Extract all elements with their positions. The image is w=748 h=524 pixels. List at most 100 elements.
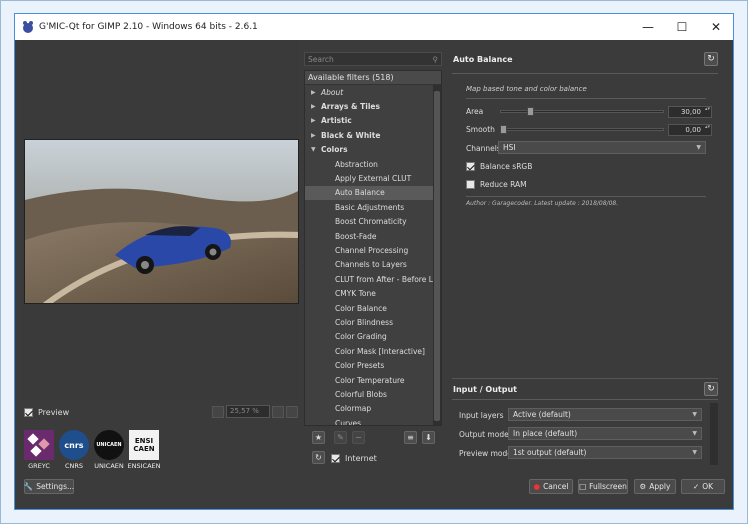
rename-icon: ✎ [337, 433, 344, 442]
area-spinbox[interactable]: 30,00 [668, 106, 712, 118]
filter-item[interactable]: Colorful Blobs [305, 387, 441, 401]
maximize-button[interactable]: ☐ [665, 14, 699, 40]
close-button[interactable]: ✕ [699, 14, 733, 40]
filter-item[interactable]: Apply External CLUT [305, 171, 441, 185]
settings-button[interactable]: 🔧 Settings... [24, 479, 74, 494]
category-artistic[interactable]: ▶ Artistic [305, 114, 441, 128]
input-layers-select[interactable]: Active (default) ▼ [508, 408, 702, 421]
list-icon: ≡ [407, 433, 414, 442]
logo-ensicaen: ENSI CAEN ENSICAEN [128, 430, 160, 470]
filter-item[interactable]: Basic Adjustments [305, 200, 441, 214]
filter-item[interactable]: Color Blindness [305, 315, 441, 329]
internet-label: Internet [345, 454, 377, 463]
zoom-in-button[interactable] [286, 405, 298, 418]
filter-tree-scrollbar[interactable] [433, 85, 441, 425]
zoom-controls: 25,57 % [212, 405, 298, 418]
area-slider-handle[interactable] [526, 107, 534, 116]
reduce-ram-toggle[interactable]: Reduce RAM [466, 180, 527, 189]
apply-button[interactable]: ⚙ Apply [634, 479, 676, 494]
zoom-input[interactable]: 25,57 % [226, 405, 270, 418]
splitter[interactable] [452, 378, 718, 379]
channels-select[interactable]: HSI ▼ [498, 141, 706, 154]
download-button[interactable]: ⬇ [422, 431, 435, 444]
refresh-icon: ↻ [707, 54, 715, 64]
chevron-down-icon: ▼ [696, 144, 701, 151]
filter-item[interactable]: Boost Chromaticity [305, 215, 441, 229]
preview-image[interactable] [24, 139, 299, 304]
category-colors[interactable]: ▼ Colors [305, 143, 441, 157]
cancel-button[interactable]: ● Cancel [529, 479, 573, 494]
reduce-ram-checkbox[interactable] [466, 180, 475, 189]
minimize-button[interactable]: — [631, 14, 665, 40]
scrollbar-thumb[interactable] [434, 91, 440, 421]
filter-tree[interactable]: Available filters (518) ▶ About ▶ Arrays &… [304, 70, 442, 426]
remove-fave-button[interactable]: − [352, 431, 365, 444]
divider [466, 196, 706, 197]
balance-srgb-checkbox[interactable] [466, 162, 475, 171]
logo-greyc: GREYC [24, 430, 54, 470]
ok-icon: ✓ [692, 482, 700, 491]
smooth-slider[interactable] [500, 128, 664, 131]
rename-fave-button[interactable]: ✎ [334, 431, 347, 444]
category-arrays-tiles[interactable]: ▶ Arrays & Tiles [305, 99, 441, 113]
filter-item[interactable]: Color Balance [305, 301, 441, 315]
refresh-filters-button[interactable]: ↻ [312, 451, 325, 464]
chevron-right-icon: ▶ [311, 117, 316, 125]
filter-item[interactable]: Colormap [305, 402, 441, 416]
fullscreen-icon: □ [579, 482, 587, 491]
apply-icon: ⚙ [639, 482, 647, 491]
filter-item[interactable]: Color Temperature [305, 373, 441, 387]
add-fave-button[interactable]: ★ [312, 431, 325, 444]
logo-label: UNICAEN [94, 462, 124, 470]
reset-params-button[interactable]: ↻ [704, 52, 718, 66]
filter-item[interactable]: Color Presets [305, 358, 441, 372]
filter-item-selected[interactable]: Auto Balance [305, 185, 441, 201]
reset-io-button[interactable]: ↻ [704, 382, 718, 396]
smooth-slider-handle[interactable] [500, 125, 507, 134]
output-mode-select[interactable]: In place (default) ▼ [508, 427, 702, 440]
io-header: Input / Output [453, 385, 517, 394]
input-layers-label: Input layers [459, 411, 504, 420]
filter-item[interactable]: Abstraction [305, 157, 441, 171]
area-label: Area [466, 107, 484, 116]
io-scrollbar[interactable] [710, 403, 718, 465]
smooth-spinbox[interactable]: 0,00 [668, 124, 712, 136]
zoom-reset-button[interactable] [212, 405, 224, 418]
fullscreen-button[interactable]: □ Fullscreen [578, 479, 628, 494]
internet-toggle[interactable]: Internet [331, 454, 377, 463]
filter-item[interactable]: Channel Processing [305, 243, 441, 257]
filter-item[interactable]: Curves [305, 416, 441, 425]
divider [452, 399, 718, 400]
divider [466, 98, 706, 99]
logo-label: GREYC [28, 462, 50, 470]
area-slider[interactable] [500, 110, 664, 113]
chevron-down-icon: ▼ [692, 449, 697, 456]
chevron-right-icon: ▶ [311, 88, 316, 96]
filter-description: Map based tone and color balance [466, 85, 587, 93]
filter-item[interactable]: Color Mask [Interactive] [305, 344, 441, 358]
ok-button[interactable]: ✓ OK [681, 479, 725, 494]
zoom-out-button[interactable] [272, 405, 284, 418]
filter-item[interactable]: Channels to Layers [305, 258, 441, 272]
unicaen-logo-icon: UNICAEN [94, 430, 124, 460]
expand-collapse-button[interactable]: ≡ [404, 431, 417, 444]
preview-toggle[interactable]: Preview [24, 408, 69, 417]
divider [452, 73, 718, 74]
star-add-icon: ★ [314, 433, 323, 442]
category-about[interactable]: ▶ About [305, 85, 441, 99]
internet-checkbox[interactable] [331, 454, 340, 463]
filter-item[interactable]: CLUT from After - Before Layers [305, 272, 441, 286]
logos-row: GREYC cnrs CNRS UNICAEN UNICAEN ENSI CAE… [24, 430, 160, 470]
filter-search-input[interactable]: Search ⚲ [304, 52, 442, 66]
category-black-white[interactable]: ▶ Black & White [305, 128, 441, 142]
preview-checkbox[interactable] [24, 408, 33, 417]
remove-icon: − [355, 433, 362, 442]
filter-item[interactable]: CMYK Tone [305, 286, 441, 300]
filter-item[interactable]: Boost-Fade [305, 229, 441, 243]
balance-srgb-toggle[interactable]: Balance sRGB [466, 162, 532, 171]
smooth-label: Smooth [466, 125, 495, 134]
filter-author: Author : Garagecoder. Latest update : 20… [466, 200, 619, 207]
preview-mode-select[interactable]: 1st output (default) ▼ [508, 446, 702, 459]
filter-item[interactable]: Color Grading [305, 330, 441, 344]
logo-cnrs: cnrs CNRS [59, 430, 89, 470]
